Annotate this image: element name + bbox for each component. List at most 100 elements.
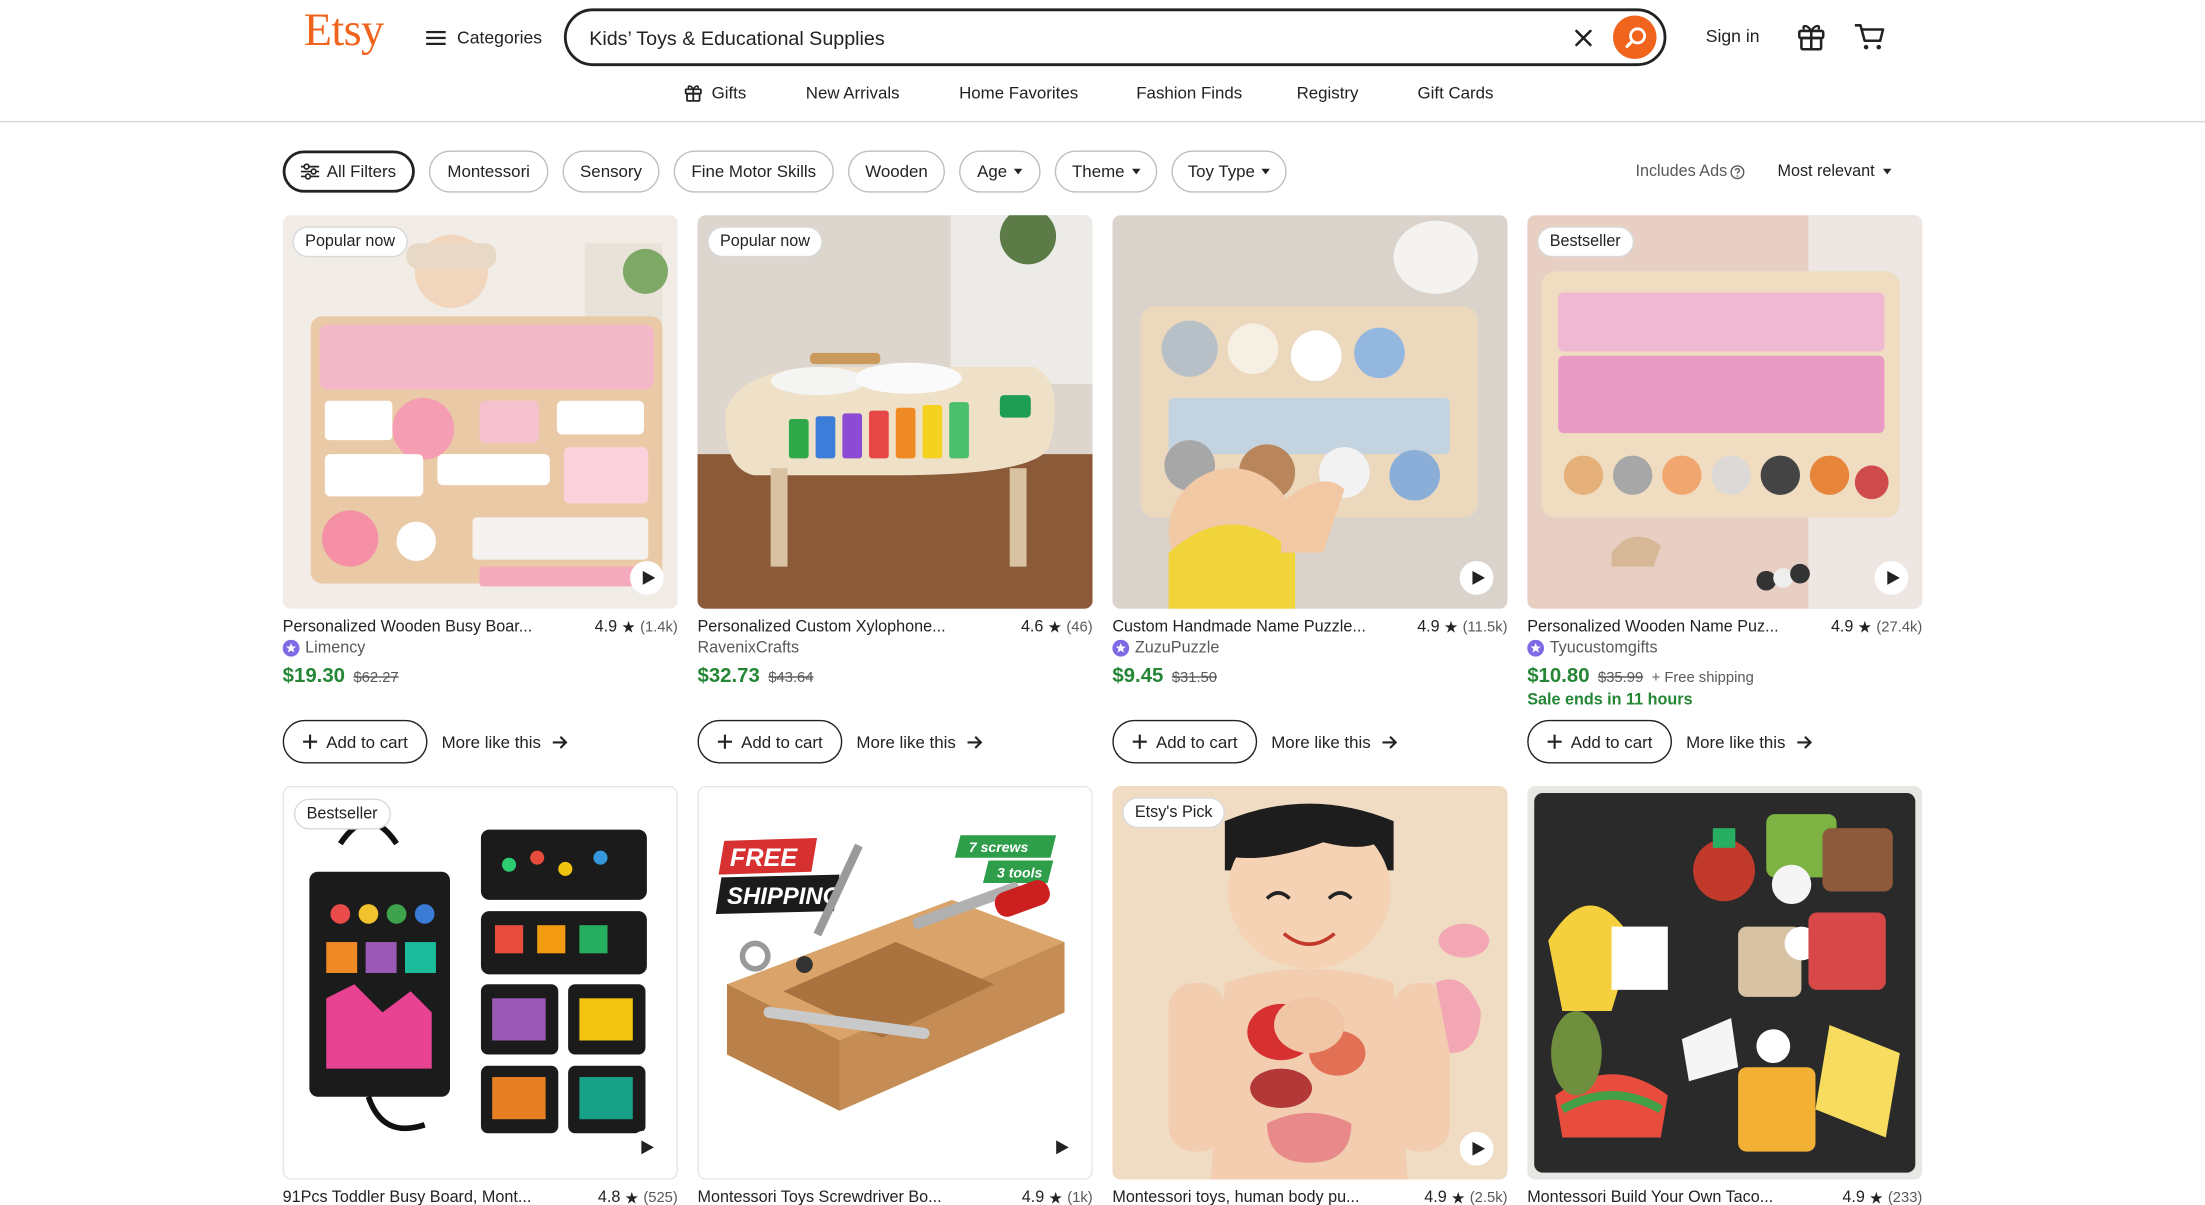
listing-title-row: 91Pcs Toddler Busy Board, Mont... 4.8 ★ …	[283, 1187, 678, 1205]
more-like-this-link[interactable]: More like this	[856, 733, 982, 752]
categories-menu-button[interactable]: Categories	[426, 24, 542, 52]
add-to-cart-button[interactable]: Add to cart	[697, 719, 843, 764]
play-video-button[interactable]	[1043, 1130, 1077, 1164]
listing-rating: 4.9 ★ (233)	[1842, 1188, 1922, 1205]
human-body-puzzle-illustration	[1112, 785, 1508, 1180]
shop-name-row: ZuzuPuzzle	[1112, 639, 1220, 657]
search-input[interactable]	[586, 22, 1549, 54]
listing-title[interactable]: Custom Handmade Name Puzzle...	[1112, 619, 1417, 636]
listing-rating: 4.9 ★ (2.5k)	[1424, 1188, 1507, 1205]
search-submit-button[interactable]	[1612, 15, 1657, 60]
gift-icon[interactable]	[1796, 21, 1827, 52]
listing-title[interactable]: Montessori Build Your Own Taco...	[1527, 1190, 1842, 1205]
play-video-button[interactable]	[628, 1130, 663, 1165]
filter-dropdown-age[interactable]: Age	[959, 150, 1041, 193]
chip-label: Theme	[1072, 161, 1125, 182]
listing-image[interactable]: Bestseller	[282, 785, 678, 1180]
play-icon	[640, 1140, 654, 1155]
play-icon	[1055, 1140, 1069, 1155]
etsy-logo[interactable]: Etsy	[304, 6, 384, 58]
filter-chip-montessori[interactable]: Montessori	[428, 150, 549, 193]
arrow-right-icon	[1381, 736, 1397, 749]
filter-chip-fine-motor-skills[interactable]: Fine Motor Skills	[673, 150, 834, 193]
add-to-cart-button[interactable]: Add to cart	[1527, 719, 1673, 764]
play-video-button[interactable]	[1459, 561, 1494, 595]
listing-image[interactable]: Bestseller	[1527, 215, 1923, 609]
listing-badge: Popular now	[707, 226, 823, 258]
cart-icon[interactable]	[1853, 21, 1887, 52]
all-filters-button[interactable]: All Filters	[282, 150, 415, 193]
star-seller-icon	[1527, 639, 1545, 657]
nav-new-arrivals[interactable]: New Arrivals	[806, 83, 900, 103]
listing-image[interactable]	[1527, 785, 1923, 1180]
nav-label: Fashion Finds	[1136, 82, 1243, 103]
play-video-button[interactable]	[1459, 1131, 1494, 1166]
listing-image[interactable]: Etsy's Pick	[1112, 785, 1508, 1180]
nav-fashion-finds[interactable]: Fashion Finds	[1136, 83, 1242, 103]
rating-value: 4.8	[597, 1189, 621, 1205]
plus-icon	[1132, 734, 1147, 749]
add-to-cart-button[interactable]: Add to cart	[1112, 719, 1258, 764]
listing-title[interactable]: Personalized Custom Xylophone...	[698, 619, 1021, 636]
listing-title[interactable]: Montessori Toys Screwdriver Bo...	[698, 1190, 1022, 1205]
sort-dropdown[interactable]: Most relevant	[1778, 163, 1892, 180]
play-video-button[interactable]	[1874, 561, 1909, 595]
listing-title-row: Custom Handmade Name Puzzle... 4.9 ★ (11…	[1112, 616, 1507, 638]
star-seller-icon	[1112, 639, 1130, 657]
sale-countdown: Sale ends in 11 hours	[1527, 691, 1693, 709]
listing-title[interactable]: Personalized Wooden Busy Boar...	[283, 619, 595, 636]
shipping-note: + Free shipping	[1651, 669, 1754, 687]
shop-name[interactable]: ZuzuPuzzle	[1135, 640, 1220, 657]
star-icon: ★	[1443, 620, 1459, 637]
sale-price: $9.45	[1112, 665, 1164, 688]
filter-dropdown-theme[interactable]: Theme	[1054, 150, 1158, 193]
shop-name[interactable]: Limency	[305, 640, 365, 657]
shop-name[interactable]: RavenixCrafts	[698, 640, 800, 657]
listing-title[interactable]: 91Pcs Toddler Busy Board, Mont...	[283, 1190, 598, 1205]
listing-badge: Bestseller	[1537, 226, 1634, 258]
chip-label: Montessori	[447, 161, 530, 182]
listing-badge: Etsy's Pick	[1122, 797, 1226, 829]
nav-registry[interactable]: Registry	[1297, 83, 1359, 103]
nav-gift-cards[interactable]: Gift Cards	[1418, 83, 1494, 103]
price-row: $19.30 $62.27	[283, 665, 399, 687]
nav-gifts[interactable]: Gifts	[683, 83, 746, 103]
more-like-this-link[interactable]: More like this	[1686, 733, 1812, 752]
play-video-button[interactable]	[630, 561, 664, 595]
listing-title-row: Personalized Wooden Name Puz... 4.9 ★ (2…	[1527, 616, 1922, 638]
listing-image[interactable]: FREE SHIPPING 7 screws 3 tools	[697, 785, 1093, 1180]
clear-search-icon[interactable]	[1571, 25, 1596, 50]
caret-down-icon	[1131, 168, 1141, 175]
play-icon	[641, 570, 655, 585]
filter-chip-sensory[interactable]: Sensory	[562, 150, 660, 193]
caret-down-icon	[1014, 168, 1023, 175]
filter-dropdown-toy-type[interactable]: Toy Type	[1171, 150, 1287, 193]
shop-name[interactable]: Tyucustomgifts	[1550, 640, 1658, 657]
listing-title[interactable]: Montessori toys, human body pu...	[1112, 1190, 1424, 1205]
review-count: (2.5k)	[1469, 1189, 1508, 1205]
free-text: FREE	[730, 844, 799, 872]
review-count: (27.4k)	[1876, 618, 1923, 636]
hamburger-icon	[426, 30, 446, 45]
filter-chip-wooden[interactable]: Wooden	[847, 150, 945, 193]
screwdriver-board-illustration: FREE SHIPPING 7 screws 3 tools	[698, 787, 1092, 1179]
star-icon: ★	[1857, 620, 1873, 637]
more-like-this-link[interactable]: More like this	[442, 733, 568, 752]
sign-in-link[interactable]: Sign in	[1706, 27, 1760, 47]
caret-down-icon	[1261, 168, 1271, 175]
add-to-cart-label: Add to cart	[326, 731, 408, 752]
more-like-this-link[interactable]: More like this	[1271, 733, 1397, 752]
help-circle-icon	[1730, 164, 1745, 179]
add-to-cart-button[interactable]: Add to cart	[282, 719, 428, 764]
listing-image[interactable]: Popular now	[697, 215, 1093, 609]
listing-rating: 4.9 ★ (1k)	[1022, 1188, 1093, 1205]
listing-title-row: Montessori toys, human body pu... 4.9 ★ …	[1112, 1187, 1507, 1205]
listing-title-row: Montessori Build Your Own Taco... 4.9 ★ …	[1527, 1187, 1922, 1205]
listing-image[interactable]	[1112, 215, 1508, 609]
listing-title[interactable]: Personalized Wooden Name Puz...	[1527, 619, 1831, 636]
original-price: $43.64	[768, 669, 814, 687]
listing-image[interactable]: Popular now	[282, 215, 678, 609]
nav-home-favorites[interactable]: Home Favorites	[959, 83, 1078, 103]
arrow-right-icon	[967, 736, 982, 749]
includes-ads-info[interactable]: Includes Ads	[1635, 163, 1745, 180]
